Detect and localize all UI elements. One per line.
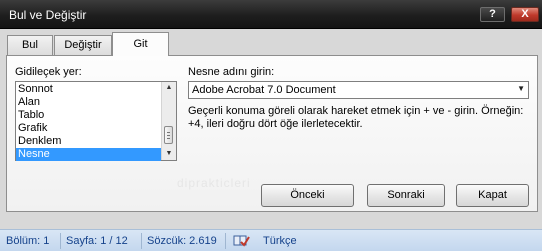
grip-line [167, 135, 170, 136]
status-section[interactable]: Bölüm: 1 [6, 235, 49, 247]
book-check-icon[interactable] [232, 233, 250, 248]
list-item[interactable]: Denklem [16, 135, 161, 148]
status-language[interactable]: Türkçe [263, 235, 297, 247]
goto-hint-text: Geçerli konuma göreli olarak hareket etm… [188, 105, 524, 130]
list-item[interactable]: Tablo [16, 109, 161, 122]
previous-button[interactable]: Önceki [261, 184, 354, 207]
object-name-label: Nesne adını girin: [188, 66, 275, 78]
goto-what-label: Gidileçek yer: [15, 66, 82, 78]
tab-find[interactable]: Bul [7, 35, 53, 55]
goto-panel: Gidileçek yer: Sonnot Alan Tablo Grafik … [6, 55, 538, 212]
list-item[interactable]: Grafik [16, 122, 161, 135]
watermark: diprakticleri [177, 176, 251, 190]
status-bar: Bölüm: 1 Sayfa: 1 / 12 Sözcük: 2.619 Tür… [0, 229, 542, 251]
dropdown-arrow-icon[interactable]: ▼ [517, 84, 525, 93]
arrow-down-icon[interactable]: ▼ [162, 148, 176, 160]
status-word-count[interactable]: Sözcük: 2.619 [147, 235, 217, 247]
object-name-combobox[interactable]: Adobe Acrobat 7.0 Document ▼ [188, 81, 529, 99]
arrow-up-icon[interactable]: ▲ [162, 82, 176, 94]
goto-what-listbox[interactable]: Sonnot Alan Tablo Grafik Denklem Nesne ▲… [15, 81, 177, 161]
scroll-thumb[interactable] [164, 126, 173, 144]
status-separator [225, 233, 226, 249]
grip-line [167, 132, 170, 133]
tab-goto[interactable]: Git [112, 32, 169, 56]
close-button[interactable]: Kapat [456, 184, 529, 207]
grip-line [167, 138, 170, 139]
goto-what-items: Sonnot Alan Tablo Grafik Denklem Nesne [16, 83, 161, 161]
tab-strip: Bul Değiştir Git [0, 29, 542, 56]
next-button[interactable]: Sonraki [367, 184, 445, 207]
title-bar: Bul ve Değiştir ? X [0, 0, 542, 29]
list-item[interactable]: Sonnot [16, 83, 161, 96]
status-separator [141, 233, 142, 249]
close-window-button[interactable]: X [511, 7, 539, 22]
status-separator [60, 233, 61, 249]
status-page[interactable]: Sayfa: 1 / 12 [66, 235, 128, 247]
help-button[interactable]: ? [480, 7, 505, 22]
object-name-value[interactable]: Adobe Acrobat 7.0 Document [192, 84, 336, 96]
window-title: Bul ve Değiştir [9, 8, 87, 22]
list-item-selected[interactable]: Nesne [16, 148, 161, 161]
tab-replace[interactable]: Değiştir [54, 35, 112, 55]
list-item[interactable]: Alan [16, 96, 161, 109]
list-scrollbar[interactable]: ▲ ▼ [161, 82, 176, 160]
